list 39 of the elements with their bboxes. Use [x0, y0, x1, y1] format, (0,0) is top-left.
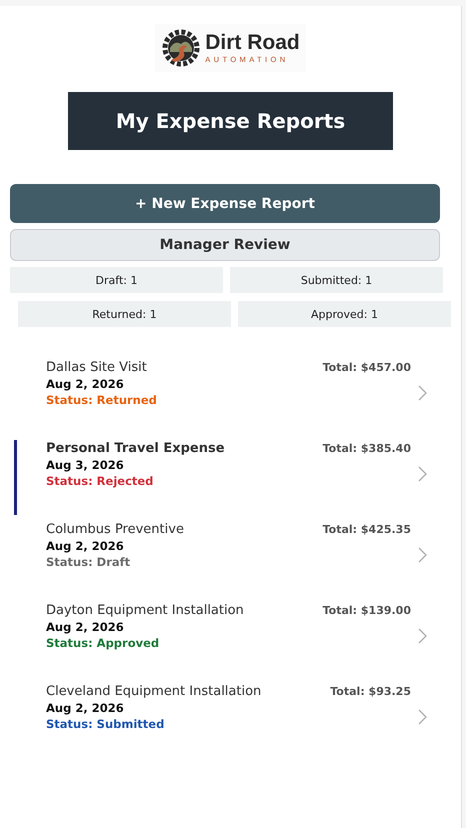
chevron-right-icon[interactable] [418, 385, 427, 401]
report-row[interactable]: Personal Travel Expense Aug 3, 2026 Status: Rejected Total: $385.40 [0, 430, 461, 511]
new-report-button[interactable]: + New Expense Report [10, 184, 440, 223]
report-status: Status: Draft [46, 554, 132, 570]
report-date: Aug 2, 2026 [46, 538, 125, 554]
report-name: Cleveland Equipment Installation [46, 683, 262, 700]
report-name: Columbus Preventive [46, 521, 185, 538]
page-title: My Expense Reports [116, 109, 346, 133]
report-name: Dallas Site Visit [46, 359, 148, 376]
report-date: Aug 3, 2026 [46, 457, 125, 473]
report-date: Aug 2, 2026 [46, 376, 125, 392]
report-total: Total: $385.40 [322, 441, 411, 457]
report-row[interactable]: Columbus Preventive Aug 2, 2026 Status: Draft Total: $425.35 [0, 511, 461, 592]
report-name: Personal Travel Expense [46, 440, 226, 457]
report-name: Dayton Equipment Installation [46, 602, 245, 619]
gear-road-icon [161, 28, 202, 68]
status-count: Returned: 1 [18, 301, 231, 327]
manager-review-button[interactable]: Manager Review [10, 229, 440, 261]
report-total: Total: $425.35 [322, 522, 411, 538]
report-total: Total: $93.25 [330, 684, 411, 700]
chevron-right-icon[interactable] [418, 547, 427, 563]
report-status: Status: Rejected [46, 473, 154, 489]
report-row[interactable]: Cleveland Equipment Installation Aug 2, 2026 Status: Submitted Total: $93.25 [0, 673, 461, 754]
report-date: Aug 2, 2026 [46, 619, 125, 635]
report-date: Aug 2, 2026 [46, 700, 125, 716]
status-count: Submitted: 1 [230, 267, 443, 293]
chevron-right-icon[interactable] [418, 709, 427, 725]
chevron-right-icon[interactable] [418, 628, 427, 644]
report-total: Total: $139.00 [322, 603, 411, 619]
report-status: Status: Approved [46, 635, 160, 651]
status-count: Approved: 1 [238, 301, 451, 327]
chevron-right-icon[interactable] [418, 466, 427, 482]
report-status: Status: Returned [46, 392, 158, 408]
report-row[interactable]: Dallas Site Visit Aug 2, 2026 Status: Returned Total: $457.00 [0, 349, 461, 430]
status-count: Draft: 1 [10, 267, 223, 293]
report-status: Status: Submitted [46, 716, 166, 732]
logo-name: Dirt Road [205, 32, 300, 53]
report-row[interactable]: Dayton Equipment Installation Aug 2, 2026 Status: Approved Total: $139.00 [0, 592, 461, 673]
report-total: Total: $457.00 [322, 360, 411, 376]
